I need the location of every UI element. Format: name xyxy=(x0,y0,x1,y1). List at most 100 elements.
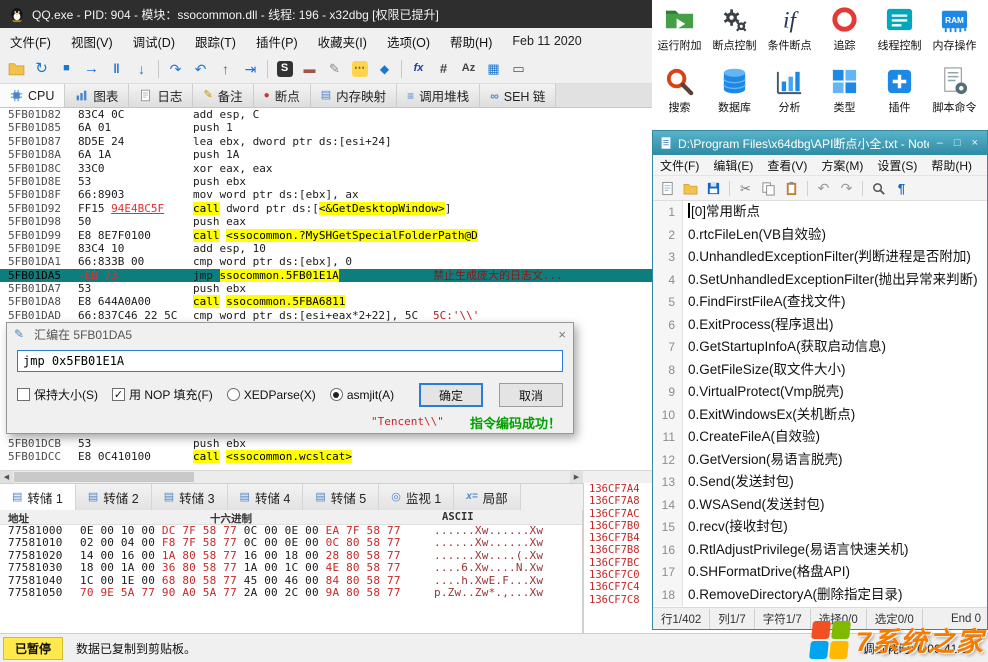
menu-item[interactable]: 设置(S) xyxy=(870,157,924,174)
editor-line[interactable]: 50.FindFirstFileA(查找文件) xyxy=(653,291,987,314)
launcher-item[interactable] xyxy=(982,3,988,62)
editor-line[interactable]: 20.rtcFileLen(VB自效验) xyxy=(653,224,987,247)
launcher-item-追踪[interactable]: 追踪 xyxy=(817,3,872,62)
shield-button[interactable]: ◆ xyxy=(372,57,397,81)
scroll-right-arrow-icon[interactable]: ▶ xyxy=(570,471,583,483)
asmjit-radio[interactable] xyxy=(330,388,343,401)
editor-line[interactable]: 170.SHFormatDrive(格盘API) xyxy=(653,561,987,584)
tab-内存映射[interactable]: ▤内存映射 xyxy=(311,84,397,107)
run-down-button[interactable]: ↓ xyxy=(129,57,154,81)
editor-line[interactable]: 80.GetFileSize(取文件大小) xyxy=(653,359,987,382)
launcher-item[interactable] xyxy=(982,65,988,124)
tab-调用堆栈[interactable]: ≡调用堆栈 xyxy=(397,84,480,107)
editor-line[interactable]: 150.recv(接收封包) xyxy=(653,516,987,539)
tab-日志[interactable]: 日志 xyxy=(129,84,193,107)
pencil-button[interactable]: ✎ xyxy=(322,57,347,81)
cancel-button[interactable]: 取消 xyxy=(499,383,563,407)
menu-item[interactable]: 收藏夹(I) xyxy=(308,28,377,54)
hex-dump-view[interactable]: 地址 十六进制 ASCII 775810000E 00 10 00 DC 7F … xyxy=(0,510,583,633)
editor-line[interactable]: 180.RemoveDirectoryA(删除指定目录) xyxy=(653,584,987,607)
tab-备注[interactable]: ✎备注 xyxy=(193,84,253,107)
np-copy-button[interactable] xyxy=(758,178,779,198)
launcher-item-脚本命令[interactable]: 脚本命令 xyxy=(927,65,982,124)
editor-line[interactable]: 110.CreateFileA(自效验) xyxy=(653,426,987,449)
editor-line[interactable]: 70.GetStartupInfoA(获取启动信息) xyxy=(653,336,987,359)
instruction-input[interactable] xyxy=(17,350,563,372)
step-out-button[interactable]: ↑ xyxy=(213,57,238,81)
np-open-button[interactable] xyxy=(680,178,701,198)
tab-监视1[interactable]: ◎监视 1 xyxy=(379,484,454,510)
run-button[interactable]: → xyxy=(79,57,104,81)
tab-转储1[interactable]: ▤转储 1 xyxy=(0,484,76,510)
tab-转储4[interactable]: ▤转储 4 xyxy=(228,484,304,510)
editor-line[interactable]: 130.Send(发送封包) xyxy=(653,471,987,494)
np-find-button[interactable] xyxy=(868,178,889,198)
run-to-cursor-button[interactable]: ⇥ xyxy=(238,57,263,81)
menu-item[interactable]: 选项(O) xyxy=(377,28,440,54)
editor-line[interactable]: 90.VirtualProtect(Vmp脱壳) xyxy=(653,381,987,404)
launcher-item-内存操作[interactable]: RAM内存操作 xyxy=(927,3,982,62)
close-icon[interactable]: × xyxy=(558,327,566,342)
np-redo-button[interactable]: ↷ xyxy=(836,178,857,198)
dump-row[interactable]: 7758105070 9E 5A 77 90 A0 5A 77 2A 00 2C… xyxy=(0,587,582,599)
menu-item[interactable]: 调试(D) xyxy=(123,28,185,54)
np-wrap-button[interactable]: ¶ xyxy=(891,178,912,198)
launcher-item-数据库[interactable]: 数据库 xyxy=(707,65,762,124)
editor-line[interactable]: 1[0]常用断点 xyxy=(653,201,987,224)
menu-item[interactable]: 帮助(H) xyxy=(440,28,502,54)
editor-line[interactable]: 30.UnhandledExceptionFilter(判断进程是否附加) xyxy=(653,246,987,269)
horizontal-scrollbar[interactable]: ◀ ▶ xyxy=(0,471,583,483)
xedparse-radio[interactable] xyxy=(227,388,240,401)
stop-button[interactable]: ■ xyxy=(54,57,79,81)
ok-button[interactable]: 确定 xyxy=(419,383,483,407)
scroll-left-arrow-icon[interactable]: ◀ xyxy=(0,471,13,483)
menu-item[interactable]: 插件(P) xyxy=(246,28,308,54)
notepad2-titlebar[interactable]: D:\Program Files\x64dbg\API断点小全.txt - No… xyxy=(653,131,987,155)
az-button[interactable]: Az xyxy=(456,57,481,81)
launcher-item-插件[interactable]: 插件 xyxy=(872,65,927,124)
step-over-button[interactable]: ↶ xyxy=(188,57,213,81)
menu-item[interactable]: 文件(F) xyxy=(653,157,706,174)
hash-button[interactable]: # xyxy=(431,57,456,81)
memory-button[interactable]: ▦ xyxy=(481,57,506,81)
fill-nop-checkbox[interactable]: ✓ xyxy=(112,388,125,401)
tab-局部[interactable]: x=局部 xyxy=(454,484,520,510)
editor-line[interactable]: 160.RtlAdjustPrivilege(易语言快速关机) xyxy=(653,539,987,562)
minimize-icon[interactable]: – xyxy=(934,137,946,149)
launcher-item-断点控制[interactable]: 断点控制 xyxy=(707,3,762,62)
notepad2-editor[interactable]: 1[0]常用断点20.rtcFileLen(VB自效验)30.Unhandled… xyxy=(653,201,987,607)
menu-item[interactable]: 帮助(H) xyxy=(924,157,979,174)
menu-item[interactable]: 跟踪(T) xyxy=(185,28,246,54)
tab-转储5[interactable]: ▤转储 5 xyxy=(303,484,379,510)
menu-item[interactable]: 视图(V) xyxy=(61,28,123,54)
menu-item[interactable]: 查看(V) xyxy=(760,157,814,174)
np-paste-button[interactable] xyxy=(781,178,802,198)
np-new-button[interactable] xyxy=(657,178,678,198)
np-save-button[interactable] xyxy=(703,178,724,198)
keep-size-checkbox[interactable] xyxy=(17,388,30,401)
restart-button[interactable]: ↻ xyxy=(29,57,54,81)
screen-button[interactable]: ▭ xyxy=(506,57,531,81)
tab-转储3[interactable]: ▤转储 3 xyxy=(152,484,228,510)
close-icon[interactable]: × xyxy=(969,137,981,149)
assemble-dialog-titlebar[interactable]: ✎ 汇编在 5FB01DA5 × xyxy=(7,323,573,345)
editor-line[interactable]: 60.ExitProcess(程序退出) xyxy=(653,314,987,337)
scrollbar-thumb[interactable] xyxy=(14,472,194,482)
launcher-item-分析[interactable]: 分析 xyxy=(762,65,817,124)
patch-button[interactable]: ▬ xyxy=(297,57,322,81)
menu-item[interactable]: 方案(M) xyxy=(814,157,870,174)
np-undo-button[interactable]: ↶ xyxy=(813,178,834,198)
launcher-item-搜索[interactable]: 搜索 xyxy=(652,65,707,124)
maximize-icon[interactable]: □ xyxy=(951,137,964,149)
scylla-button[interactable]: S xyxy=(272,57,297,81)
menu-item[interactable]: 编辑(E) xyxy=(706,157,760,174)
launcher-item-线程控制[interactable]: 线程控制 xyxy=(872,3,927,62)
comment-button[interactable]: ⋯ xyxy=(347,57,372,81)
tab-转储2[interactable]: ▤转储 2 xyxy=(76,484,152,510)
editor-line[interactable]: 40.SetUnhandledExceptionFilter(抛出异常来判断) xyxy=(653,269,987,292)
menu-item[interactable]: 文件(F) xyxy=(0,28,61,54)
tab-seh链[interactable]: ∞SEH 链 xyxy=(480,84,556,107)
tab-cpu[interactable]: CPU xyxy=(0,84,65,107)
step-into-button[interactable]: ↷ xyxy=(163,57,188,81)
np-cut-button[interactable]: ✂ xyxy=(735,178,756,198)
